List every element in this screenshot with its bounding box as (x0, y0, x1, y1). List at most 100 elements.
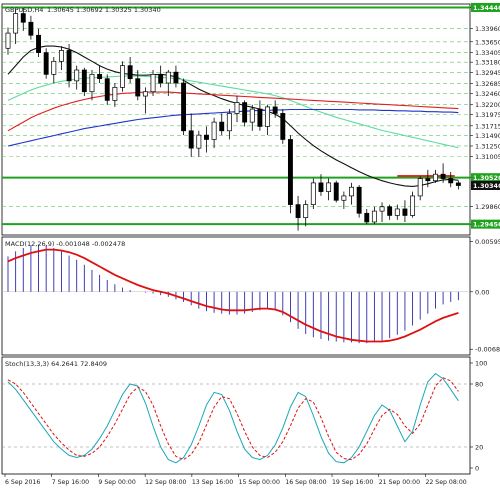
candle-body (188, 130, 194, 149)
candle-body (104, 78, 110, 101)
candle-body (318, 182, 324, 192)
candle-body (303, 204, 309, 218)
price-tick-label: 1.31005 (475, 153, 500, 161)
candle-body (142, 91, 148, 97)
time-tick-label: 19 Sep 16:00 (332, 479, 373, 486)
candle-body (196, 134, 202, 149)
price-ohlc: 1.30645 1.30692 1.30325 1.30340 (47, 6, 161, 14)
price-tick-label: 1.32200 (475, 101, 500, 109)
candle-body (66, 50, 72, 82)
candle-body (417, 178, 423, 197)
macd-tick-label: -0.006815 (475, 346, 500, 354)
time-tick-label: 15 Sep 00:00 (239, 479, 280, 486)
price-label-text: 1.29450 (473, 221, 500, 229)
candle-body (257, 108, 263, 127)
candle-body (379, 206, 385, 212)
candle-body (387, 206, 393, 216)
candle-body (226, 113, 232, 132)
candle-body (287, 139, 293, 205)
candle-body (181, 82, 187, 132)
candle-body (455, 182, 461, 186)
candle-body (349, 186, 354, 197)
candle-body (333, 182, 339, 201)
candle-body (310, 182, 316, 205)
stoch-tick-label: 20 (475, 444, 483, 452)
candle-body (165, 71, 171, 84)
stoch-title: Stoch(13,3,3) 64.2641 72.8409 (5, 360, 107, 368)
candle-body (13, 13, 19, 34)
candle-body (204, 134, 209, 140)
price-tick-label: 1.33960 (475, 25, 500, 33)
chart-root: 1.34440 1.33960 1.33650 1.33405 1.33180 1.329… (0, 0, 500, 490)
time-tick-label: 12 Sep 08:00 (145, 479, 186, 486)
price-panel-frame (1, 3, 471, 236)
stoch-tick-label: 80 (475, 381, 483, 389)
stoch-tick-label: 0 (475, 465, 479, 473)
time-tick-label: 22 Sep 08:00 (425, 479, 466, 486)
price-tick-label: 1.29860 (475, 203, 500, 211)
trading-chart: 1.34440 1.33960 1.33650 1.33405 1.33180 1.329… (1, 2, 500, 486)
candle-body (341, 195, 347, 201)
candle-body (280, 113, 286, 140)
candle-body (433, 173, 438, 182)
candle-body (448, 178, 454, 184)
price-tick-label: 1.33405 (475, 49, 500, 57)
candle-body (402, 208, 408, 216)
price-tick-label: 1.32685 (475, 80, 500, 88)
candle-body (173, 71, 179, 84)
candle-body (150, 73, 156, 93)
candle-body (242, 102, 248, 123)
time-tick-label: 16 Sep 08:00 (285, 479, 326, 486)
time-tick-label: 6 Sep 2016 (5, 479, 40, 486)
price-tick-label: 1.31490 (475, 132, 500, 140)
time-tick-label: 21 Sep 00:00 (379, 479, 420, 486)
price-tick-label: 1.31715 (475, 122, 500, 130)
price-tick-label: 1.31250 (475, 142, 500, 150)
price-tick-label: 1.33180 (475, 59, 500, 67)
candle-body (410, 195, 416, 216)
candle-body (97, 73, 103, 80)
candle-body (249, 108, 255, 123)
candle-body (234, 102, 240, 114)
candle-body (43, 52, 49, 75)
candle-body (36, 34, 41, 53)
candle-body (112, 87, 118, 101)
candle-body (89, 73, 95, 93)
candle-body (58, 50, 64, 62)
candle-body (295, 204, 301, 218)
candle-body (51, 60, 57, 75)
price-label-text: 1.34440 (473, 4, 500, 12)
candle-body (425, 178, 431, 182)
price-tick-label: 1.32945 (475, 69, 500, 77)
candle-body (219, 121, 225, 132)
candle-body (158, 73, 164, 84)
candle-body (364, 212, 370, 223)
price-label-text: 1.30340 (473, 182, 500, 190)
price-tick-label: 1.33650 (475, 38, 500, 46)
candle-body (20, 13, 26, 23)
candle-body (127, 65, 133, 80)
stoch-tick-label: 100 (475, 360, 487, 368)
candle-body (5, 32, 11, 49)
candle-body (272, 106, 278, 114)
time-tick-label: 9 Sep 00:00 (98, 479, 135, 486)
candle-body (74, 69, 80, 82)
candle-body (81, 69, 87, 93)
price-title: GBPUSD,H4 (5, 6, 43, 14)
candle-body (356, 186, 362, 214)
time-tick-label: 7 Sep 16:00 (52, 479, 89, 486)
macd-tick-label: 0.005951 (475, 238, 500, 246)
candle-body (440, 173, 446, 179)
price-tick-label: 1.32460 (475, 90, 500, 98)
candle-body (326, 182, 332, 192)
candle-body (28, 21, 34, 36)
macd-title: MACD(12,26,9) -0.001048 -0.002478 (5, 240, 125, 248)
candle-body (120, 65, 125, 88)
candle-body (211, 121, 217, 140)
candle-body (265, 106, 270, 127)
price-label-text: 1.30520 (473, 174, 500, 182)
price-tick-label: 1.31975 (475, 111, 500, 119)
time-tick-label: 13 Sep 16:00 (192, 479, 233, 486)
candle-body (394, 208, 400, 216)
candle-body (371, 210, 377, 223)
